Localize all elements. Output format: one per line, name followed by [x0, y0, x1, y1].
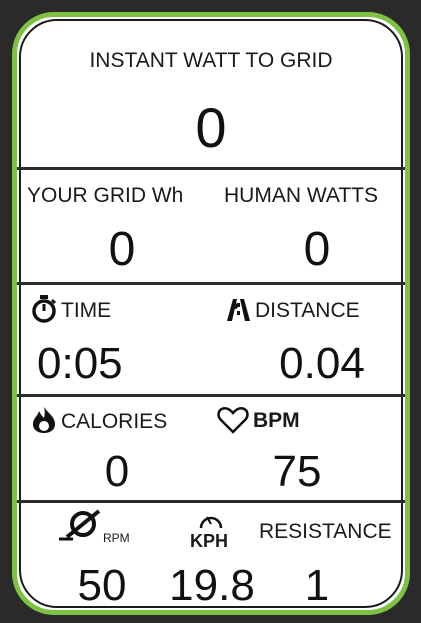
divider [17, 167, 405, 170]
distance-label: DISTANCE [255, 299, 360, 322]
rpm-label: RPM [103, 531, 130, 545]
kph-label: KPH [190, 531, 229, 551]
rpm-value: 50 [77, 561, 127, 610]
grid-wh-label: YOUR GRID Wh [27, 184, 184, 207]
resistance-value: 1 [304, 561, 330, 610]
human-watts-label: HUMAN WATTS [224, 184, 378, 207]
bpm-label: BPM [253, 409, 300, 432]
display-frame: INSTANT WATT TO GRID 0 YOUR GRID Wh HUMA… [12, 12, 410, 615]
cadence-icon [57, 509, 103, 548]
divider [17, 500, 405, 503]
kph-value: 19.8 [169, 561, 255, 610]
distance-value: 0.04 [279, 339, 365, 388]
instant-watt-label: INSTANT WATT TO GRID [89, 49, 333, 72]
bpm-value: 75 [272, 447, 322, 496]
time-value: 0:05 [37, 339, 123, 388]
human-watts-value: 0 [303, 223, 331, 276]
calories-value: 0 [104, 447, 130, 496]
instant-watt-value: 0 [195, 96, 227, 159]
flame-icon [31, 406, 57, 439]
heart-icon [217, 406, 249, 439]
resistance-label: RESISTANCE [259, 520, 392, 543]
stopwatch-icon [31, 295, 57, 328]
grid-wh-value: 0 [108, 223, 136, 276]
road-icon [224, 297, 252, 328]
divider [17, 394, 405, 397]
time-label: TIME [61, 299, 112, 322]
divider [17, 282, 405, 285]
calories-label: CALORIES [61, 410, 168, 433]
